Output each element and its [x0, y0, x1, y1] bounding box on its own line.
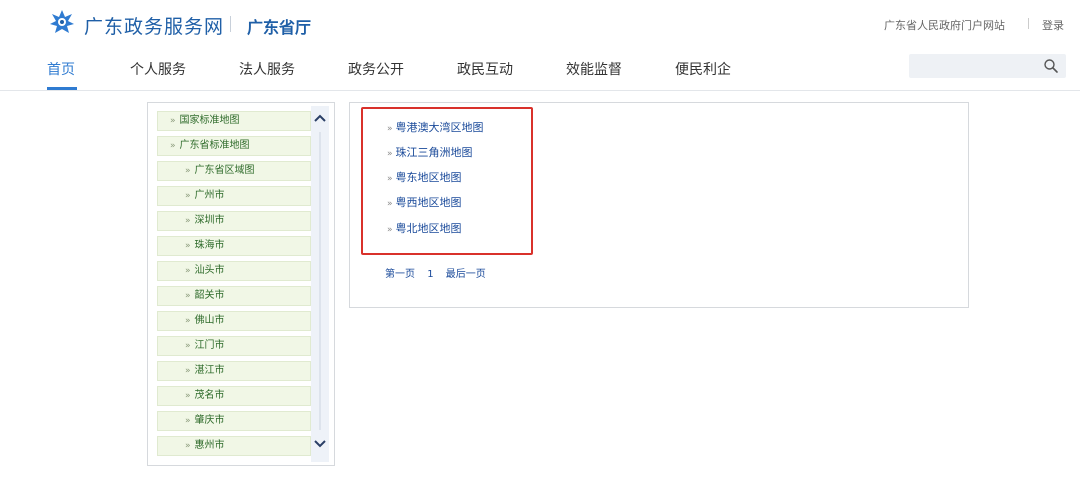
nav-item-legal-person-services[interactable]: 法人服务: [239, 59, 295, 79]
title-divider: [230, 16, 231, 32]
tree-item[interactable]: » 广东省标准地图: [157, 136, 311, 156]
tree-item-label: 佛山市: [194, 315, 225, 326]
chevron-right-icon: »: [185, 266, 191, 276]
chevron-right-icon: »: [185, 291, 191, 301]
chevron-right-icon: »: [185, 391, 191, 401]
chevron-up-icon[interactable]: [311, 110, 329, 128]
map-link-label: 粤北地区地图: [395, 222, 462, 235]
map-link-north-guangdong[interactable]: » 粤北地区地图: [387, 220, 462, 236]
tree-item-label: 湛江市: [194, 365, 225, 376]
chevron-right-icon: »: [185, 216, 191, 226]
tree-item-label: 汕头市: [194, 265, 225, 276]
nav-item-home[interactable]: 首页: [47, 59, 75, 79]
scroll-track: [319, 132, 321, 430]
tree-item-label: 广东省区域图: [194, 165, 255, 176]
map-link-west-guangdong[interactable]: » 粤西地区地图: [387, 194, 462, 210]
tree-item-label: 肇庆市: [194, 415, 225, 426]
map-link-greater-bay-area[interactable]: » 粤港澳大湾区地图: [387, 119, 484, 135]
login-link[interactable]: 登录: [1042, 17, 1064, 33]
tree-item-label: 茂名市: [194, 390, 225, 401]
site-logo-icon[interactable]: [48, 8, 76, 36]
nav-item-supervision[interactable]: 效能监督: [566, 59, 622, 79]
nav-item-government-affairs[interactable]: 政务公开: [348, 59, 404, 79]
chevron-right-icon: »: [185, 416, 191, 426]
tree-item-label: 韶关市: [194, 290, 225, 301]
tree-item[interactable]: » 国家标准地图: [157, 111, 311, 131]
map-link-east-guangdong[interactable]: » 粤东地区地图: [387, 169, 462, 185]
pager-last-page[interactable]: 最后一页: [446, 269, 486, 280]
pager-first-page[interactable]: 第一页: [385, 269, 415, 280]
tree-item-label: 珠海市: [194, 240, 225, 251]
chevron-down-icon[interactable]: [311, 434, 329, 452]
map-link-label: 粤东地区地图: [395, 171, 462, 184]
tree-item[interactable]: » 茂名市: [157, 386, 311, 406]
tree-scrollbar[interactable]: [311, 106, 329, 462]
tree-item[interactable]: » 广东省区域图: [157, 161, 311, 181]
tree-item[interactable]: » 肇庆市: [157, 411, 311, 431]
tree-item[interactable]: » 深圳市: [157, 211, 311, 231]
tree-item[interactable]: » 佛山市: [157, 311, 311, 331]
tree-item[interactable]: » 广州市: [157, 186, 311, 206]
chevron-right-icon: »: [387, 199, 393, 209]
chevron-right-icon: »: [185, 241, 191, 251]
map-link-pearl-river-delta[interactable]: » 珠江三角洲地图: [387, 144, 473, 160]
tree-item[interactable]: » 韶关市: [157, 286, 311, 306]
chevron-right-icon: »: [185, 341, 191, 351]
chevron-right-icon: »: [387, 124, 393, 134]
portal-link[interactable]: 广东省人民政府门户网站: [884, 17, 1005, 33]
link-divider: [1028, 18, 1029, 29]
top-bar: 广东政务服务网 广东省厅 广东省人民政府门户网站 登录: [0, 0, 1080, 48]
tree-item-label: 国家标准地图: [179, 115, 240, 126]
chevron-right-icon: »: [170, 116, 176, 126]
tree-item[interactable]: » 珠海市: [157, 236, 311, 256]
map-link-label: 粤港澳大湾区地图: [395, 121, 484, 134]
search-input[interactable]: [915, 57, 1039, 77]
tree-item[interactable]: » 江门市: [157, 336, 311, 356]
nav-item-convenience[interactable]: 便民利企: [675, 59, 731, 79]
tree-item[interactable]: » 湛江市: [157, 361, 311, 381]
search-icon[interactable]: [1043, 58, 1059, 74]
tree-item-label: 惠州市: [194, 440, 225, 451]
chevron-right-icon: »: [185, 441, 191, 451]
site-title[interactable]: 广东政务服务网: [84, 12, 224, 39]
nav-item-personal-services[interactable]: 个人服务: [130, 59, 186, 79]
tree-item-label: 广东省标准地图: [179, 140, 250, 151]
header-divider: [0, 90, 1080, 91]
map-link-label: 珠江三角洲地图: [395, 146, 473, 159]
pagination: 第一页 1 最后一页: [385, 265, 495, 280]
chevron-right-icon: »: [185, 166, 191, 176]
pager-current-page[interactable]: 1: [427, 269, 433, 280]
tree-item-label: 江门市: [194, 340, 225, 351]
tree-item[interactable]: » 惠州市: [157, 436, 311, 456]
tree-item-label: 深圳市: [194, 215, 225, 226]
chevron-right-icon: »: [387, 149, 393, 159]
chevron-right-icon: »: [185, 191, 191, 201]
chevron-right-icon: »: [170, 141, 176, 151]
chevron-right-icon: »: [387, 225, 393, 235]
map-link-label: 粤西地区地图: [395, 196, 462, 209]
search-box: [909, 54, 1066, 78]
chevron-right-icon: »: [185, 366, 191, 376]
tree-item-label: 广州市: [194, 190, 225, 201]
map-category-tree: » 国家标准地图 » 广东省标准地图 » 广东省区域图 » 广州市 » 深圳市 » 珠海市 …: [147, 102, 335, 466]
tree-item[interactable]: » 汕头市: [157, 261, 311, 281]
chevron-right-icon: »: [387, 174, 393, 184]
chevron-right-icon: »: [185, 316, 191, 326]
nav-item-interaction[interactable]: 政民互动: [457, 59, 513, 79]
department-name: 广东省厅: [247, 18, 312, 37]
